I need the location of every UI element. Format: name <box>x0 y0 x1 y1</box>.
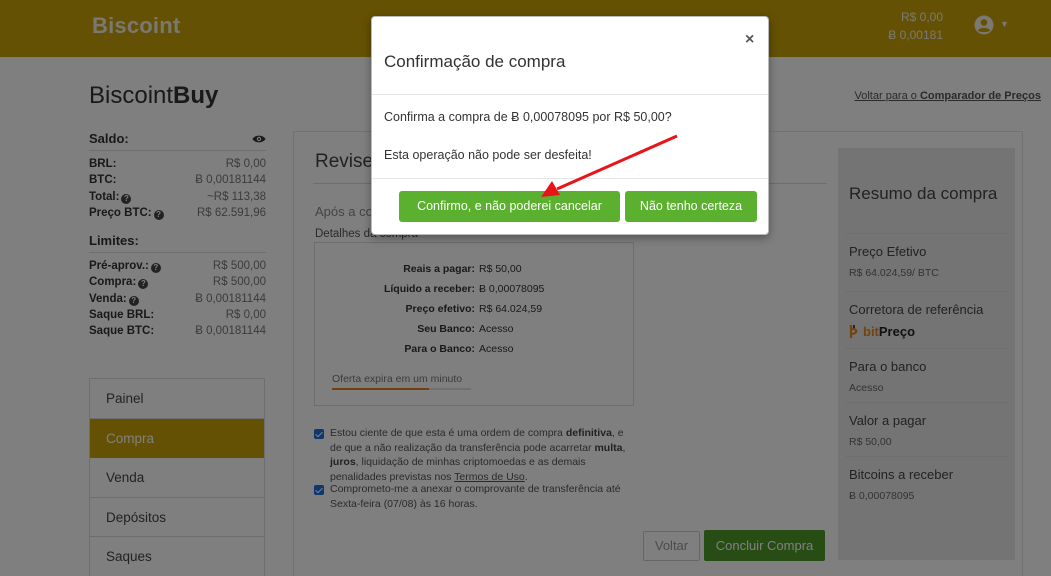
divider <box>372 94 768 95</box>
not-sure-button[interactable]: Não tenho certeza <box>625 191 757 222</box>
divider <box>372 178 768 179</box>
modal-warning: Esta operação não pode ser desfeita! <box>384 148 592 162</box>
close-icon[interactable]: × <box>745 31 754 49</box>
confirm-purchase-modal: Confirmação de compra × Confirma a compr… <box>371 16 769 235</box>
confirm-button[interactable]: Confirmo, e não poderei cancelar <box>399 191 620 222</box>
modal-title: Confirmação de compra <box>384 52 566 71</box>
modal-question: Confirma a compra de Ƀ 0,00078095 por R$… <box>384 110 672 124</box>
